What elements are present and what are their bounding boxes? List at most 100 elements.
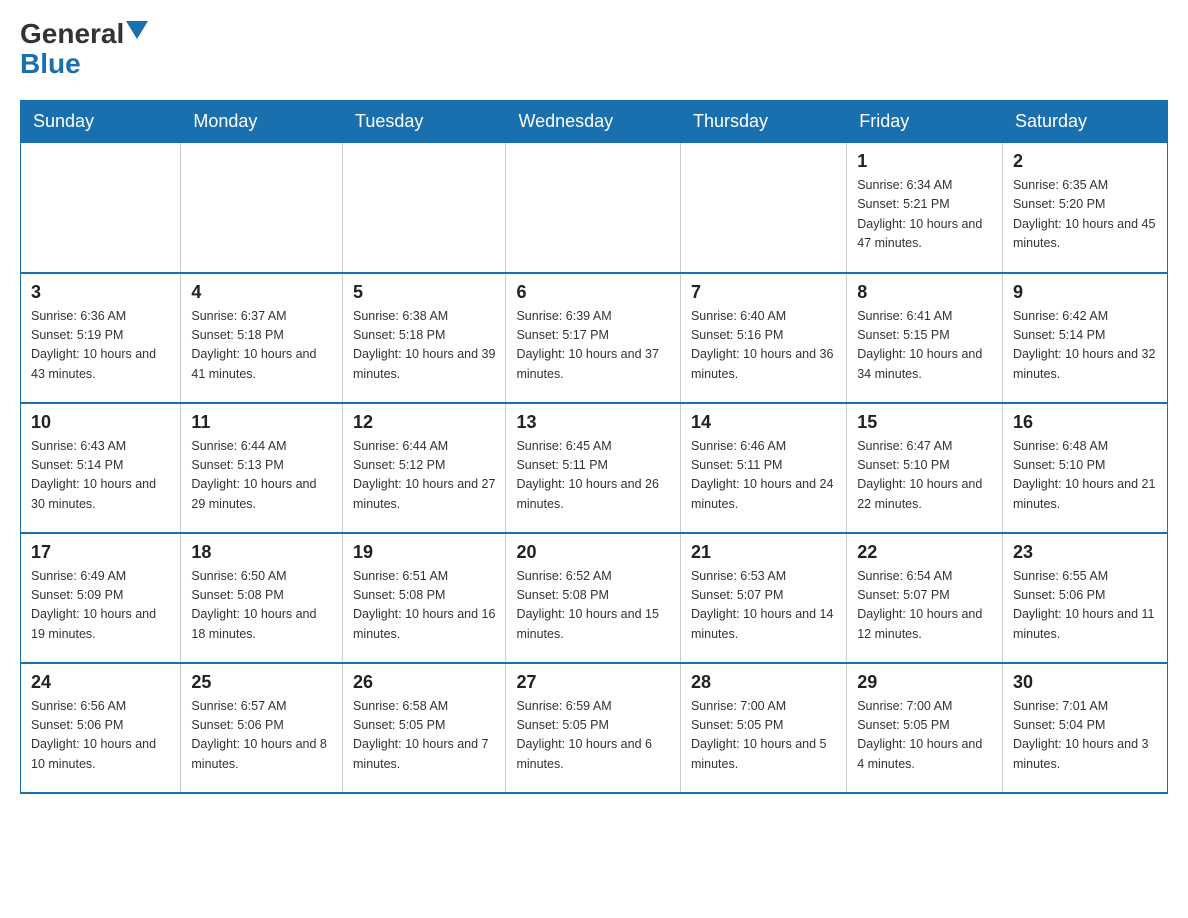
header-cell-thursday: Thursday [680, 101, 846, 143]
day-info: Sunrise: 6:41 AMSunset: 5:15 PMDaylight:… [857, 307, 992, 385]
day-number: 28 [691, 672, 836, 693]
day-cell: 27 Sunrise: 6:59 AMSunset: 5:05 PMDayligh… [506, 663, 681, 793]
day-cell: 25 Sunrise: 6:57 AMSunset: 5:06 PMDayligh… [181, 663, 343, 793]
day-number: 8 [857, 282, 992, 303]
week-row-2: 3 Sunrise: 6:36 AMSunset: 5:19 PMDaylight… [21, 273, 1168, 403]
day-cell: 17 Sunrise: 6:49 AMSunset: 5:09 PMDayligh… [21, 533, 181, 663]
day-number: 29 [857, 672, 992, 693]
day-info: Sunrise: 6:40 AMSunset: 5:16 PMDaylight:… [691, 307, 836, 385]
day-cell [680, 143, 846, 273]
day-cell: 6 Sunrise: 6:39 AMSunset: 5:17 PMDaylight… [506, 273, 681, 403]
day-info: Sunrise: 6:46 AMSunset: 5:11 PMDaylight:… [691, 437, 836, 515]
day-info: Sunrise: 6:57 AMSunset: 5:06 PMDaylight:… [191, 697, 332, 775]
day-cell [343, 143, 506, 273]
day-number: 3 [31, 282, 170, 303]
day-cell: 11Sunrise: 6:44 AMSunset: 5:13 PMDayligh… [181, 403, 343, 533]
header-cell-tuesday: Tuesday [343, 101, 506, 143]
day-cell: 21 Sunrise: 6:53 AMSunset: 5:07 PMDayligh… [680, 533, 846, 663]
day-cell [181, 143, 343, 273]
day-cell: 28 Sunrise: 7:00 AMSunset: 5:05 PMDayligh… [680, 663, 846, 793]
day-cell: 4Sunrise: 6:37 AMSunset: 5:18 PMDaylight… [181, 273, 343, 403]
day-info: Sunrise: 6:54 AMSunset: 5:07 PMDaylight:… [857, 567, 992, 645]
day-cell: 9 Sunrise: 6:42 AMSunset: 5:14 PMDaylight… [1002, 273, 1167, 403]
day-info: Sunrise: 6:53 AMSunset: 5:07 PMDaylight:… [691, 567, 836, 645]
day-info: Sunrise: 6:42 AMSunset: 5:14 PMDaylight:… [1013, 307, 1157, 385]
day-number: 17 [31, 542, 170, 563]
day-info: Sunrise: 6:36 AMSunset: 5:19 PMDaylight:… [31, 307, 170, 385]
day-number: 15 [857, 412, 992, 433]
header-cell-monday: Monday [181, 101, 343, 143]
day-info: Sunrise: 6:55 AMSunset: 5:06 PMDaylight:… [1013, 567, 1157, 645]
day-info: Sunrise: 7:00 AMSunset: 5:05 PMDaylight:… [857, 697, 992, 775]
page-header: General Blue [20, 20, 1168, 80]
header-cell-wednesday: Wednesday [506, 101, 681, 143]
day-info: Sunrise: 6:35 AMSunset: 5:20 PMDaylight:… [1013, 176, 1157, 254]
day-info: Sunrise: 6:58 AMSunset: 5:05 PMDaylight:… [353, 697, 495, 775]
day-cell: 20Sunrise: 6:52 AMSunset: 5:08 PMDayligh… [506, 533, 681, 663]
day-cell: 12Sunrise: 6:44 AMSunset: 5:12 PMDayligh… [343, 403, 506, 533]
calendar-table: SundayMondayTuesdayWednesdayThursdayFrid… [20, 100, 1168, 794]
day-cell: 29 Sunrise: 7:00 AMSunset: 5:05 PMDayligh… [847, 663, 1003, 793]
day-info: Sunrise: 6:39 AMSunset: 5:17 PMDaylight:… [516, 307, 670, 385]
day-number: 30 [1013, 672, 1157, 693]
day-info: Sunrise: 6:59 AMSunset: 5:05 PMDaylight:… [516, 697, 670, 775]
day-number: 6 [516, 282, 670, 303]
day-cell: 7 Sunrise: 6:40 AMSunset: 5:16 PMDaylight… [680, 273, 846, 403]
day-cell: 30 Sunrise: 7:01 AMSunset: 5:04 PMDayligh… [1002, 663, 1167, 793]
header-cell-friday: Friday [847, 101, 1003, 143]
day-cell [506, 143, 681, 273]
day-info: Sunrise: 6:49 AMSunset: 5:09 PMDaylight:… [31, 567, 170, 645]
week-row-3: 10Sunrise: 6:43 AMSunset: 5:14 PMDayligh… [21, 403, 1168, 533]
day-cell: 23Sunrise: 6:55 AMSunset: 5:06 PMDayligh… [1002, 533, 1167, 663]
day-cell: 16 Sunrise: 6:48 AMSunset: 5:10 PMDayligh… [1002, 403, 1167, 533]
day-cell [21, 143, 181, 273]
header-cell-saturday: Saturday [1002, 101, 1167, 143]
day-number: 18 [191, 542, 332, 563]
day-number: 9 [1013, 282, 1157, 303]
day-cell: 13 Sunrise: 6:45 AMSunset: 5:11 PMDayligh… [506, 403, 681, 533]
day-number: 27 [516, 672, 670, 693]
day-cell: 14 Sunrise: 6:46 AMSunset: 5:11 PMDayligh… [680, 403, 846, 533]
day-info: Sunrise: 6:45 AMSunset: 5:11 PMDaylight:… [516, 437, 670, 515]
day-number: 1 [857, 151, 992, 172]
day-info: Sunrise: 6:48 AMSunset: 5:10 PMDaylight:… [1013, 437, 1157, 515]
day-info: Sunrise: 6:43 AMSunset: 5:14 PMDaylight:… [31, 437, 170, 515]
day-number: 21 [691, 542, 836, 563]
day-number: 16 [1013, 412, 1157, 433]
logo-blue: Blue [20, 48, 81, 80]
day-cell: 5Sunrise: 6:38 AMSunset: 5:18 PMDaylight… [343, 273, 506, 403]
day-cell: 1 Sunrise: 6:34 AMSunset: 5:21 PMDaylight… [847, 143, 1003, 273]
day-number: 24 [31, 672, 170, 693]
day-info: Sunrise: 7:00 AMSunset: 5:05 PMDaylight:… [691, 697, 836, 775]
calendar-header: SundayMondayTuesdayWednesdayThursdayFrid… [21, 101, 1168, 143]
day-cell: 18Sunrise: 6:50 AMSunset: 5:08 PMDayligh… [181, 533, 343, 663]
logo: General Blue [20, 20, 148, 80]
day-info: Sunrise: 6:34 AMSunset: 5:21 PMDaylight:… [857, 176, 992, 254]
day-cell: 26Sunrise: 6:58 AMSunset: 5:05 PMDayligh… [343, 663, 506, 793]
day-info: Sunrise: 6:44 AMSunset: 5:12 PMDaylight:… [353, 437, 495, 515]
day-number: 11 [191, 412, 332, 433]
day-info: Sunrise: 6:51 AMSunset: 5:08 PMDaylight:… [353, 567, 495, 645]
day-cell: 22 Sunrise: 6:54 AMSunset: 5:07 PMDayligh… [847, 533, 1003, 663]
day-info: Sunrise: 6:38 AMSunset: 5:18 PMDaylight:… [353, 307, 495, 385]
week-row-1: 1 Sunrise: 6:34 AMSunset: 5:21 PMDaylight… [21, 143, 1168, 273]
day-info: Sunrise: 6:47 AMSunset: 5:10 PMDaylight:… [857, 437, 992, 515]
day-number: 13 [516, 412, 670, 433]
day-number: 19 [353, 542, 495, 563]
week-row-4: 17 Sunrise: 6:49 AMSunset: 5:09 PMDayligh… [21, 533, 1168, 663]
day-number: 22 [857, 542, 992, 563]
day-number: 14 [691, 412, 836, 433]
calendar-body: 1 Sunrise: 6:34 AMSunset: 5:21 PMDaylight… [21, 143, 1168, 793]
day-info: Sunrise: 6:52 AMSunset: 5:08 PMDaylight:… [516, 567, 670, 645]
day-number: 25 [191, 672, 332, 693]
logo-triangle-icon [126, 21, 148, 43]
day-info: Sunrise: 6:56 AMSunset: 5:06 PMDaylight:… [31, 697, 170, 775]
week-row-5: 24 Sunrise: 6:56 AMSunset: 5:06 PMDayligh… [21, 663, 1168, 793]
day-cell: 3 Sunrise: 6:36 AMSunset: 5:19 PMDaylight… [21, 273, 181, 403]
day-number: 4 [191, 282, 332, 303]
logo-general: General [20, 20, 124, 48]
day-number: 7 [691, 282, 836, 303]
day-info: Sunrise: 7:01 AMSunset: 5:04 PMDaylight:… [1013, 697, 1157, 775]
header-row: SundayMondayTuesdayWednesdayThursdayFrid… [21, 101, 1168, 143]
day-cell: 24 Sunrise: 6:56 AMSunset: 5:06 PMDayligh… [21, 663, 181, 793]
